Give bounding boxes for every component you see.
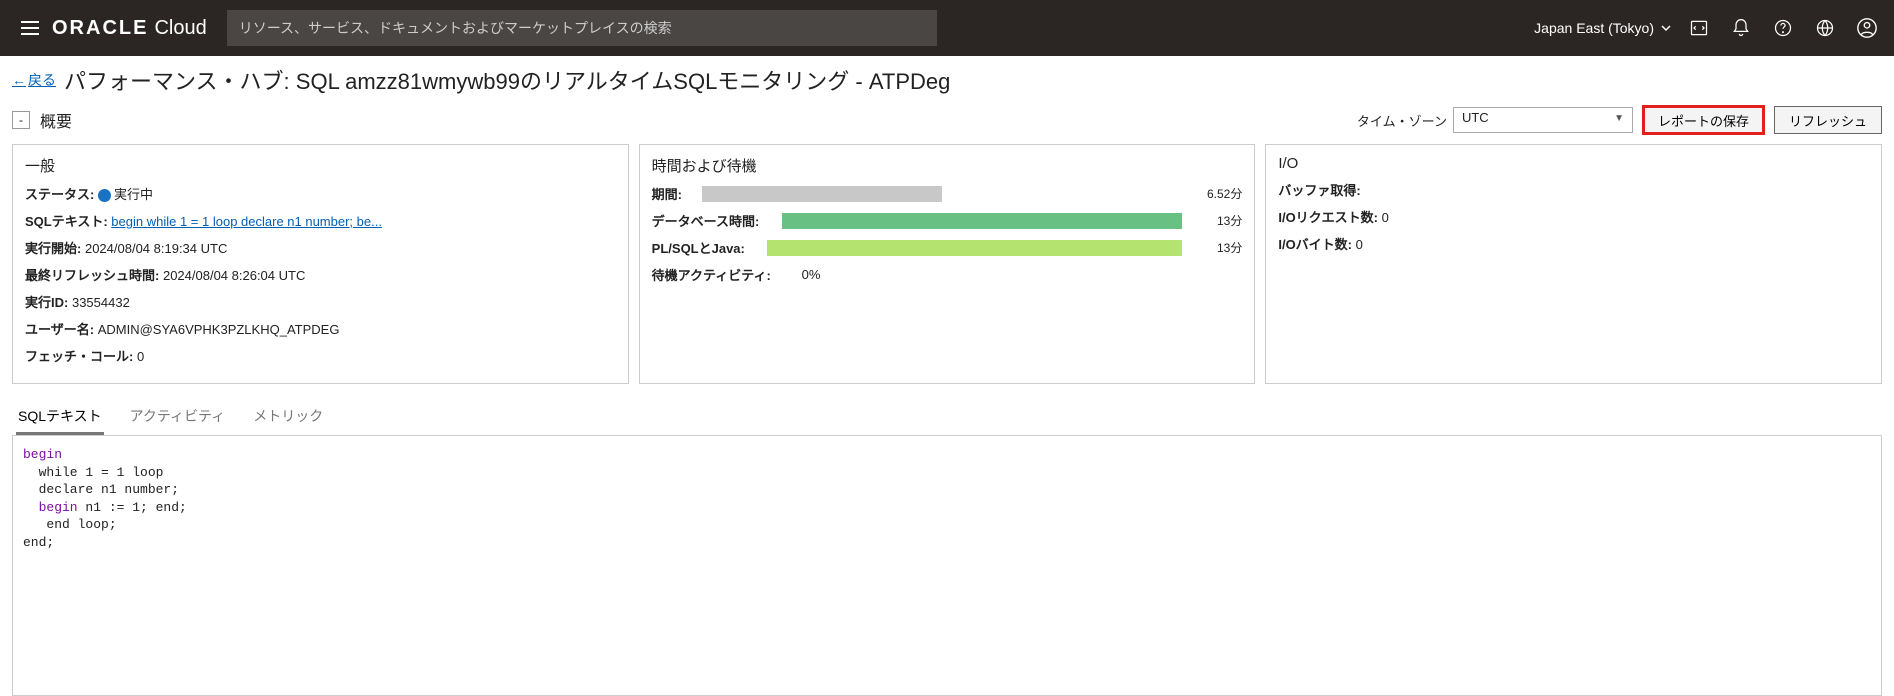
overview-panels: 一般 ステータス: 実行中 SQLテキスト: begin while 1 = 1… bbox=[12, 144, 1882, 384]
lastrefresh-key: 最終リフレッシュ時間: bbox=[25, 268, 159, 283]
devtools-icon[interactable] bbox=[1688, 17, 1710, 39]
brand-logo[interactable]: ORACLE Cloud bbox=[52, 17, 207, 40]
fetch-key: フェッチ・コール: bbox=[25, 349, 133, 364]
sql-text-pane: begin while 1 = 1 loop declare n1 number… bbox=[12, 436, 1882, 696]
dbtime-key: データベース時間: bbox=[652, 211, 782, 230]
start-key: 実行開始: bbox=[25, 241, 81, 256]
wait-key: 待機アクティビティ: bbox=[652, 265, 802, 284]
timezone-label: タイム・ゾーン bbox=[1357, 111, 1447, 130]
execid-key: 実行ID: bbox=[25, 295, 68, 310]
global-header: ORACLE Cloud Japan East (Tokyo) bbox=[0, 0, 1894, 56]
collapse-button[interactable]: - bbox=[12, 111, 30, 129]
plsql-value: 13分 bbox=[1182, 239, 1242, 256]
brand-sub: Cloud bbox=[154, 17, 206, 40]
panel-general: 一般 ステータス: 実行中 SQLテキスト: begin while 1 = 1… bbox=[12, 144, 629, 384]
panel-io: I/O バッファ取得: I/Oリクエスト数: 0 I/Oバイト数: 0 bbox=[1265, 144, 1882, 384]
search-container bbox=[227, 10, 937, 46]
overview-header: - 概要 タイム・ゾーン UTC レポートの保存 リフレッシュ bbox=[12, 106, 1882, 134]
dbtime-fill bbox=[782, 213, 1183, 229]
user-key: ユーザー名: bbox=[25, 322, 94, 337]
plsql-key: PL/SQLとJava: bbox=[652, 238, 767, 257]
sqltext-key: SQLテキスト: bbox=[25, 214, 108, 229]
back-link[interactable]: 戻る bbox=[12, 70, 56, 90]
title-bar: 戻る パフォーマンス・ハブ: SQL amzz81wmywb99のリアルタイムS… bbox=[12, 64, 1882, 96]
duration-key: 期間: bbox=[652, 184, 702, 203]
start-value: 2024/08/04 8:19:34 UTC bbox=[85, 241, 227, 256]
ioreq-key: I/Oリクエスト数: bbox=[1278, 210, 1378, 225]
ioreq-value: 0 bbox=[1382, 210, 1389, 225]
menu-icon[interactable] bbox=[18, 16, 42, 40]
panel-general-title: 一般 bbox=[25, 155, 616, 176]
duration-fill bbox=[702, 186, 942, 202]
iobytes-key: I/Oバイト数: bbox=[1278, 237, 1352, 252]
region-label: Japan East (Tokyo) bbox=[1534, 20, 1654, 36]
tab-sqltext[interactable]: SQLテキスト bbox=[16, 398, 104, 435]
refresh-button[interactable]: リフレッシュ bbox=[1774, 106, 1882, 134]
help-icon[interactable] bbox=[1772, 17, 1794, 39]
panel-time-title: 時間および待機 bbox=[652, 155, 1243, 176]
avatar-icon[interactable] bbox=[1856, 17, 1878, 39]
status-value: 実行中 bbox=[114, 187, 153, 202]
tab-metric[interactable]: メトリック bbox=[251, 398, 325, 435]
buffer-key: バッファ取得: bbox=[1278, 183, 1360, 198]
duration-value: 6.52分 bbox=[1182, 185, 1242, 202]
save-report-button[interactable]: レポートの保存 bbox=[1643, 106, 1764, 134]
timezone-selector: タイム・ゾーン UTC bbox=[1357, 107, 1633, 133]
tab-activity[interactable]: アクティビティ bbox=[128, 398, 228, 435]
user-value: ADMIN@SYA6VPHK3PZLKHQ_ATPDEG bbox=[98, 322, 340, 337]
brand-main: ORACLE bbox=[52, 17, 148, 40]
timezone-select[interactable]: UTC bbox=[1453, 107, 1633, 133]
lastrefresh-value: 2024/08/04 8:26:04 UTC bbox=[163, 268, 305, 283]
bell-icon[interactable] bbox=[1730, 17, 1752, 39]
wait-value: 0% bbox=[802, 267, 821, 282]
dbtime-bar bbox=[782, 213, 1183, 229]
overview-label: 概要 bbox=[40, 108, 72, 132]
header-actions bbox=[1688, 17, 1878, 39]
detail-tabs: SQLテキスト アクティビティ メトリック bbox=[12, 398, 1882, 436]
chevron-down-icon bbox=[1660, 22, 1672, 34]
plsql-bar bbox=[767, 240, 1183, 256]
dbtime-value: 13分 bbox=[1182, 212, 1242, 229]
globe-icon[interactable] bbox=[1814, 17, 1836, 39]
status-key: ステータス: bbox=[25, 187, 94, 202]
iobytes-value: 0 bbox=[1356, 237, 1363, 252]
page-title: パフォーマンス・ハブ: SQL amzz81wmywb99のリアルタイムSQLモ… bbox=[64, 64, 950, 96]
search-input[interactable] bbox=[227, 10, 937, 46]
plsql-fill bbox=[767, 240, 1183, 256]
status-running-icon bbox=[98, 189, 111, 202]
panel-io-title: I/O bbox=[1278, 155, 1869, 172]
fetch-value: 0 bbox=[137, 349, 144, 364]
panel-time: 時間および待機 期間: 6.52分 データベース時間: 13分 PL/SQLとJ… bbox=[639, 144, 1256, 384]
duration-bar bbox=[702, 186, 1183, 202]
region-selector[interactable]: Japan East (Tokyo) bbox=[1534, 20, 1672, 36]
sqltext-link[interactable]: begin while 1 = 1 loop declare n1 number… bbox=[111, 214, 382, 229]
execid-value: 33554432 bbox=[72, 295, 130, 310]
